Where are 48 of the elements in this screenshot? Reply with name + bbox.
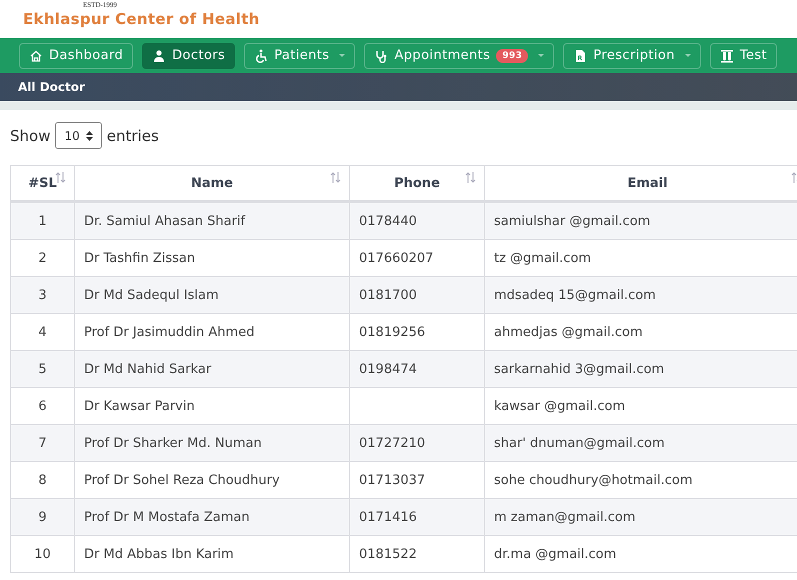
- sort-icon: [465, 172, 476, 183]
- nav-tab[interactable]: Doctors: [142, 42, 236, 68]
- nav-tab[interactable]: Patients: [244, 42, 356, 68]
- serial-cell: 3: [10, 276, 74, 314]
- sort-icon: [330, 172, 341, 183]
- show-label: Show: [10, 126, 50, 144]
- test-tubes-icon: [720, 48, 734, 62]
- breadcrumb: All Doctor: [18, 80, 85, 94]
- wheelchair-icon: [254, 48, 268, 62]
- name-cell: Dr Md Sadequl Islam: [74, 276, 350, 314]
- phone-cell: 0178440: [350, 202, 484, 240]
- nav-tab[interactable]: Dashboard: [19, 42, 134, 68]
- email-cell: sarkarnahid 3@gmail.com: [484, 350, 797, 388]
- serial-cell: 10: [10, 536, 74, 572]
- sort-icon: [55, 172, 66, 183]
- person-icon: [152, 48, 166, 62]
- name-cell: Dr. Samiul Ahasan Sharif: [74, 202, 350, 240]
- stethoscope-icon: [374, 48, 388, 62]
- nav-tab[interactable]: Test: [710, 42, 778, 68]
- phone-cell: 0171416: [350, 498, 484, 536]
- email-cell: samiulshar @gmail.com: [484, 202, 797, 240]
- phone-cell: 0181522: [350, 536, 484, 572]
- phone-cell: 0198474: [350, 350, 484, 388]
- name-cell: Prof Dr M Mostafa Zaman: [74, 498, 350, 536]
- serial-cell: 7: [10, 424, 74, 462]
- entries-select[interactable]: 10: [55, 122, 102, 149]
- entries-label: entries: [106, 126, 159, 144]
- phone-cell: 0181700: [350, 276, 484, 314]
- house-icon: [29, 48, 43, 62]
- serial-cell: 1: [10, 202, 74, 240]
- caret-icon: [684, 54, 691, 57]
- document-icon: [573, 48, 588, 62]
- email-cell: shar' dnuman@gmail.com: [484, 424, 797, 462]
- caret-icon: [538, 54, 544, 57]
- serial-cell: 9: [10, 498, 74, 536]
- caret-icon: [339, 54, 346, 57]
- site-title: Ekhlaspur Center of Health: [23, 9, 261, 29]
- up-down-arrows-icon: [86, 130, 93, 140]
- nav-tab[interactable]: Appointments 993: [364, 42, 554, 68]
- email-cell: m zaman@gmail.com: [484, 498, 797, 536]
- email-cell: mdsadeq 15@gmail.com: [484, 276, 797, 314]
- serial-cell: 5: [10, 350, 74, 388]
- nav-tab[interactable]: Prescription: [563, 42, 701, 68]
- name-cell: Dr Md Nahid Sarkar: [74, 350, 350, 388]
- phone-cell: 01727210: [350, 424, 484, 462]
- count-badge: 993: [496, 48, 528, 62]
- name-cell: Prof Dr Sharker Md. Numan: [74, 424, 350, 462]
- name-cell: Dr Md Abbas Ibn Karim: [74, 536, 350, 572]
